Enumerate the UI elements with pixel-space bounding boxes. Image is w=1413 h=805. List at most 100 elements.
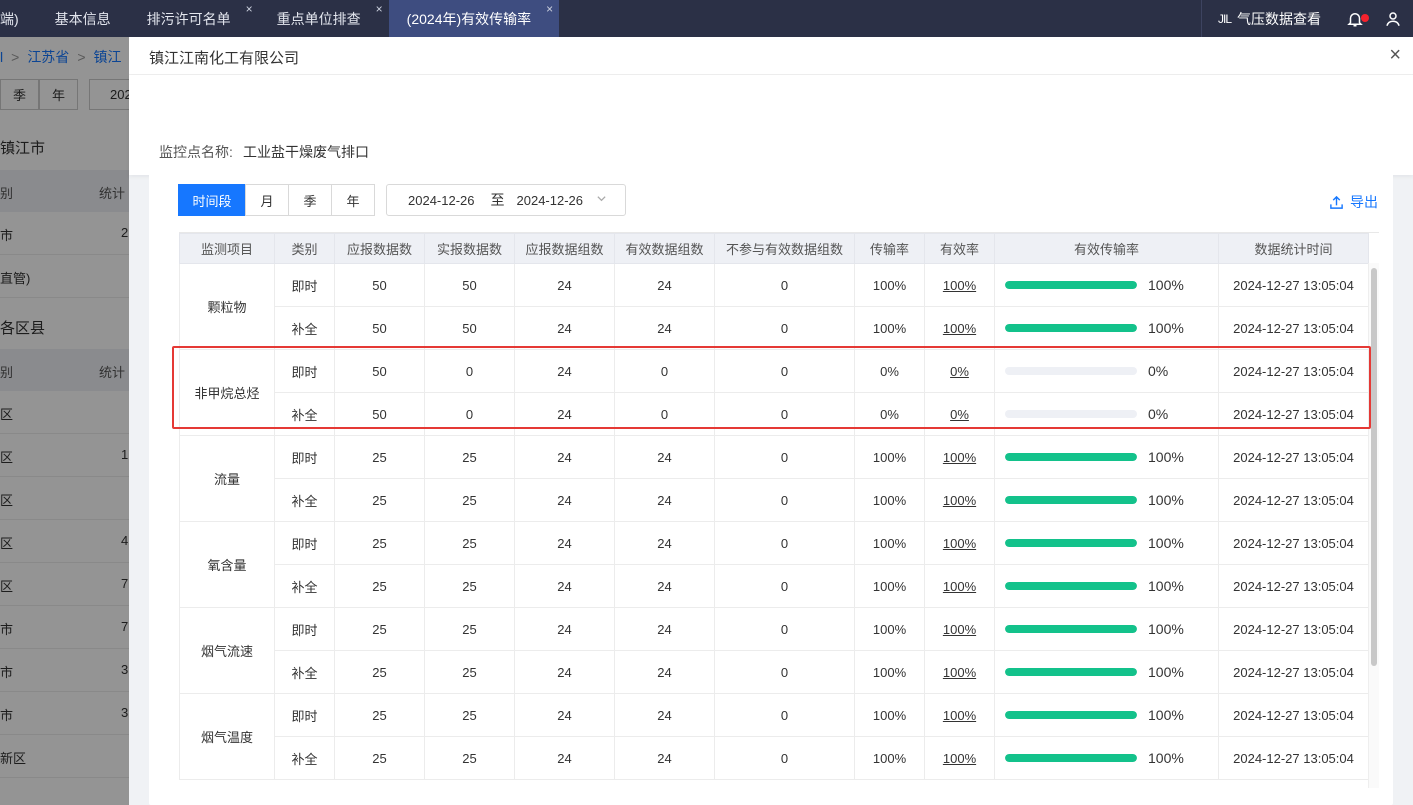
effective-rate-value: 100% [1148, 664, 1184, 680]
stat-time-cell: 2024-12-27 13:05:04 [1218, 478, 1369, 522]
excluded-cell: 0 [714, 306, 855, 350]
category-cell: 补全 [274, 650, 335, 694]
table-row: 流量 即时 25 25 24 24 0 100% 100% 100% 2024-12-27 13:0… [179, 435, 1369, 522]
should-cell: 25 [334, 607, 425, 651]
validity-link[interactable]: 0% [950, 407, 969, 422]
actual-cell: 50 [424, 263, 515, 307]
validity-cell: 100% [924, 607, 995, 651]
validity-link[interactable]: 100% [943, 751, 976, 766]
modal-mask[interactable] [0, 37, 129, 805]
stat-time-cell: 2024-12-27 13:05:04 [1218, 736, 1369, 780]
table-row: 烟气流速 即时 25 25 24 24 0 100% 100% 100% 2024-12-27 13… [179, 607, 1369, 694]
should-cell: 25 [334, 564, 425, 608]
date-separator: 至 [490, 192, 505, 208]
progress-bar-track [1005, 324, 1137, 332]
notification-button[interactable] [1337, 10, 1373, 28]
valid_groups-cell: 24 [614, 736, 715, 780]
export-icon [1330, 195, 1343, 209]
stat-time-cell: 2024-12-27 13:05:04 [1218, 263, 1369, 307]
effective-rate-value: 100% [1148, 277, 1184, 293]
effective-rate-bar-wrap: 0% [995, 363, 1218, 379]
valid_groups-cell: 24 [614, 306, 715, 350]
validity-cell: 0% [924, 349, 995, 393]
end-date[interactable]: 2024-12-26 [517, 193, 584, 208]
notification-dot [1361, 13, 1369, 22]
tab-close-icon[interactable]: × [246, 2, 253, 16]
effective-rate-bar-wrap: 100% [995, 578, 1218, 594]
transmission-cell: 0% [854, 392, 925, 436]
category-cell: 补全 [274, 564, 335, 608]
validity-link[interactable]: 100% [943, 321, 976, 336]
validity-cell: 100% [924, 478, 995, 522]
stat-time-cell: 2024-12-27 13:05:04 [1218, 564, 1369, 608]
validity-link[interactable]: 100% [943, 536, 976, 551]
progress-bar-fill [1005, 668, 1137, 676]
transmission-cell: 100% [854, 607, 925, 651]
period-tab-0[interactable]: 时间段 [178, 184, 246, 216]
transmission-cell: 100% [854, 564, 925, 608]
validity-link[interactable]: 100% [943, 450, 976, 465]
scrollbar-thumb[interactable] [1371, 268, 1377, 666]
table-row: 氧含量 即时 25 25 24 24 0 100% 100% 100% 2024-12-27 13:… [179, 521, 1369, 608]
validity-link[interactable]: 100% [943, 665, 976, 680]
pressure-data-button[interactable]: JIL 气压数据查看 [1202, 9, 1337, 29]
validity-link[interactable]: 100% [943, 579, 976, 594]
validity-link[interactable]: 100% [943, 278, 976, 293]
progress-bar-track [1005, 539, 1137, 547]
effective-rate-value: 100% [1148, 621, 1184, 637]
tab-1[interactable]: 基本信息 [37, 0, 129, 37]
should_groups-cell: 24 [514, 349, 615, 393]
tab-3[interactable]: 重点单位排查 × [259, 0, 389, 37]
stat-time-cell: 2024-12-27 13:05:04 [1218, 349, 1369, 393]
actual-cell: 25 [424, 693, 515, 737]
table-row: 非甲烷总烃 即时 50 0 24 0 0 0% 0% 0% 2024-12-27 13:05:04 [179, 349, 1369, 436]
validity-link[interactable]: 100% [943, 708, 976, 723]
export-button[interactable]: 导出 [1329, 192, 1378, 212]
column-header: 实报数据数 [424, 233, 515, 264]
validity-link[interactable]: 0% [950, 364, 969, 379]
tab-0[interactable]: 端) [0, 0, 37, 37]
period-tab-3[interactable]: 年 [331, 184, 375, 216]
valid_groups-cell: 24 [614, 521, 715, 565]
tab-4[interactable]: (2024年)有效传输率 × [388, 0, 560, 37]
effective-rate-cell: 100% [994, 263, 1219, 307]
date-range-picker[interactable]: 2024-12-26 至 2024-12-26 [386, 184, 626, 216]
tab-strip: 端) 基本信息 排污许可名单 × 重点单位排查 × (2024年)有效传输率 × [0, 0, 560, 37]
tab-close-icon[interactable]: × [376, 2, 383, 16]
validity-cell: 100% [924, 435, 995, 479]
excluded-cell: 0 [714, 693, 855, 737]
top-right-tools: JIL 气压数据查看 [1200, 0, 1413, 37]
table-row: 补全 25 25 24 24 0 100% 100% 100% 2024-12-27 13:05:… [180, 650, 1369, 694]
progress-bar-fill [1005, 496, 1137, 504]
actual-cell: 25 [424, 736, 515, 780]
should_groups-cell: 24 [514, 392, 615, 436]
actual-cell: 25 [424, 521, 515, 565]
start-date[interactable]: 2024-12-26 [408, 193, 475, 208]
progress-bar-fill [1005, 625, 1137, 633]
should-cell: 25 [334, 521, 425, 565]
column-header: 数据统计时间 [1218, 233, 1369, 264]
progress-bar-track [1005, 496, 1137, 504]
validity-cell: 100% [924, 306, 995, 350]
effective-rate-bar-wrap: 100% [995, 750, 1218, 766]
period-tab-2[interactable]: 季 [288, 184, 332, 216]
monitor-item-cell: 流量 [179, 435, 275, 522]
should_groups-cell: 24 [514, 263, 615, 307]
actual-cell: 25 [424, 435, 515, 479]
table-row: 补全 50 50 24 24 0 100% 100% 100% 2024-12-27 13:05:… [180, 306, 1369, 350]
category-cell: 即时 [274, 521, 335, 565]
tab-2[interactable]: 排污许可名单 × [129, 0, 259, 37]
close-icon[interactable]: × [1389, 43, 1401, 67]
validity-link[interactable]: 100% [943, 622, 976, 637]
user-button[interactable] [1373, 10, 1413, 28]
validity-link[interactable]: 100% [943, 493, 976, 508]
validity-cell: 100% [924, 650, 995, 694]
progress-bar-track [1005, 410, 1137, 418]
transmission-cell: 100% [854, 650, 925, 694]
validity-cell: 100% [924, 521, 995, 565]
category-cell: 即时 [274, 693, 335, 737]
period-tab-1[interactable]: 月 [245, 184, 289, 216]
pressure-data-label: 气压数据查看 [1237, 10, 1321, 27]
tab-close-icon[interactable]: × [546, 2, 553, 16]
table-row: 补全 25 25 24 24 0 100% 100% 100% 2024-12-27 13:05:… [180, 736, 1369, 780]
